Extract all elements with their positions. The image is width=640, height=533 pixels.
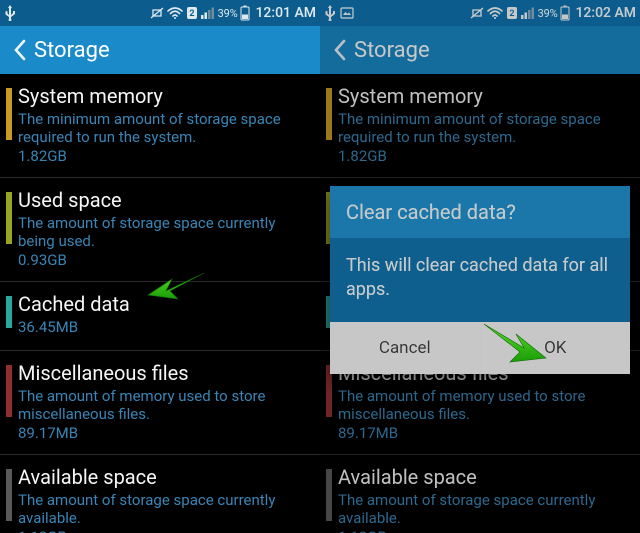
svg-text:2: 2 bbox=[189, 9, 194, 19]
no-sim-icon bbox=[150, 7, 164, 19]
status-left bbox=[324, 5, 354, 21]
svg-text:2: 2 bbox=[509, 9, 514, 19]
battery-percent: 39% bbox=[218, 7, 238, 20]
arrow-annotation-icon bbox=[146, 269, 206, 303]
screen-right: 2 39% 12:02 AM Storage System memory The… bbox=[320, 0, 640, 533]
row-desc: The minimum amount of storage space requ… bbox=[338, 110, 626, 146]
sim-badge: 2 bbox=[506, 6, 518, 20]
row-system-memory[interactable]: System memory The minimum amount of stor… bbox=[0, 74, 320, 178]
back-icon[interactable] bbox=[6, 39, 34, 61]
row-value: 1.13GB bbox=[18, 528, 306, 533]
signal-icon bbox=[201, 7, 215, 19]
title-bar[interactable]: Storage bbox=[320, 26, 640, 74]
row-value: 89.17MB bbox=[338, 424, 626, 442]
row-title: Miscellaneous files bbox=[18, 361, 306, 385]
row-available-space[interactable]: Available space The amount of storage sp… bbox=[0, 455, 320, 533]
storage-list: System memory The minimum amount of stor… bbox=[0, 74, 320, 533]
color-marker bbox=[326, 469, 332, 521]
row-title: Available space bbox=[18, 465, 306, 489]
color-marker bbox=[6, 469, 12, 521]
row-title: Available space bbox=[338, 465, 626, 489]
dialog-body: This will clear cached data for all apps… bbox=[330, 238, 630, 322]
cancel-button[interactable]: Cancel bbox=[330, 322, 481, 374]
battery-icon bbox=[240, 5, 250, 21]
row-value: 89.17MB bbox=[18, 424, 306, 442]
status-right: 2 39% 12:02 AM bbox=[470, 5, 636, 21]
row-system-memory[interactable]: System memory The minimum amount of stor… bbox=[320, 74, 640, 178]
wifi-icon bbox=[487, 7, 503, 19]
signal-icon bbox=[521, 7, 535, 19]
row-title: System memory bbox=[338, 84, 626, 108]
screenshot-icon bbox=[340, 7, 354, 19]
usb-icon bbox=[4, 5, 16, 21]
battery-percent: 39% bbox=[538, 7, 558, 20]
row-misc-files[interactable]: Miscellaneous files The amount of memory… bbox=[0, 351, 320, 455]
page-title: Storage bbox=[34, 38, 110, 63]
no-sim-icon bbox=[470, 7, 484, 19]
status-bar: 2 39% 12:01 AM bbox=[0, 0, 320, 26]
clock: 12:01 AM bbox=[255, 5, 316, 21]
row-desc: The amount of memory used to store misce… bbox=[338, 387, 626, 423]
status-left bbox=[4, 5, 16, 21]
row-desc: The minimum amount of storage space requ… bbox=[18, 110, 306, 146]
usb-icon bbox=[324, 5, 336, 21]
row-title: Used space bbox=[18, 188, 306, 212]
color-marker bbox=[326, 88, 332, 140]
row-value: 1.13GB bbox=[338, 528, 626, 533]
row-value: 1.82GB bbox=[18, 147, 306, 165]
battery-icon bbox=[560, 5, 570, 21]
row-available-space[interactable]: Available space The amount of storage sp… bbox=[320, 455, 640, 533]
row-value: 36.45MB bbox=[18, 318, 306, 336]
row-title: System memory bbox=[18, 84, 306, 108]
color-marker bbox=[6, 88, 12, 140]
row-desc: The amount of storage space currently av… bbox=[18, 491, 306, 527]
color-marker bbox=[6, 192, 12, 244]
color-marker bbox=[6, 296, 12, 328]
row-used-space[interactable]: Used space The amount of storage space c… bbox=[0, 178, 320, 282]
back-icon[interactable] bbox=[326, 39, 354, 61]
wifi-icon bbox=[167, 7, 183, 19]
row-value: 0.93GB bbox=[18, 251, 306, 269]
sim-badge: 2 bbox=[186, 6, 198, 20]
dialog-title: Clear cached data? bbox=[330, 186, 630, 238]
arrow-annotation-icon bbox=[480, 322, 550, 368]
title-bar[interactable]: Storage bbox=[0, 26, 320, 74]
clock: 12:02 AM bbox=[575, 5, 636, 21]
row-desc: The amount of storage space currently av… bbox=[338, 491, 626, 527]
status-right: 2 39% 12:01 AM bbox=[150, 5, 316, 21]
page-title: Storage bbox=[354, 38, 430, 63]
color-marker bbox=[6, 365, 12, 417]
row-desc: The amount of storage space currently be… bbox=[18, 214, 306, 250]
row-value: 1.82GB bbox=[338, 147, 626, 165]
row-desc: The amount of memory used to store misce… bbox=[18, 387, 306, 423]
screen-left: 2 39% 12:01 AM Storage System memory The… bbox=[0, 0, 320, 533]
status-bar: 2 39% 12:02 AM bbox=[320, 0, 640, 26]
